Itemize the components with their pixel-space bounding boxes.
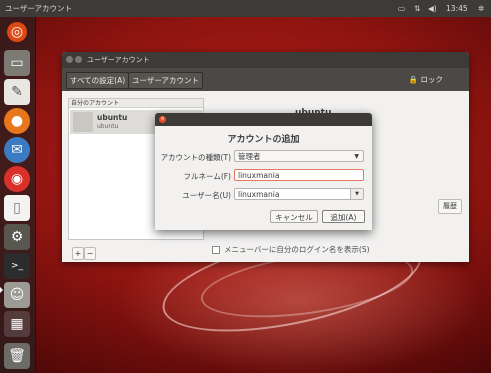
history-button[interactable]: 履歴 xyxy=(438,199,462,214)
username-label: ユーザー名(U) xyxy=(182,191,231,200)
chevron-down-icon: ▼ xyxy=(354,153,359,160)
dialog-titlebar: × xyxy=(155,113,372,126)
account-type-select[interactable]: 管理者 ▼ xyxy=(234,150,364,162)
show-login-name-checkbox[interactable] xyxy=(212,246,220,254)
minimize-window-button[interactable] xyxy=(75,56,82,63)
top-panel: ユーザーアカウント ▭ ⇅ ◀) 13:45 ✲ xyxy=(0,0,491,17)
dialog-title: アカウントの追加 xyxy=(227,135,300,145)
fullname-field[interactable]: linuxmania xyxy=(234,169,364,181)
settings-window-title: ユーザーアカウント xyxy=(87,56,150,64)
document-icon[interactable]: ▯ xyxy=(4,195,30,221)
gear-icon[interactable]: ✲ xyxy=(478,0,484,17)
add-account-dialog: × アカウントの追加 アカウントの種類(T) 管理者 ▼ フルネーム(F) li… xyxy=(155,113,372,230)
launcher: ◎ ▭ ✎ ● ✉ ◉ ▯ ⚙ >_ ☺ ▦ 🗑 xyxy=(0,17,36,373)
add-user-button[interactable]: + xyxy=(72,247,84,260)
thunderbird-icon[interactable]: ✉ xyxy=(4,137,30,163)
settings-titlebar: ユーザーアカウント xyxy=(62,52,469,68)
fullname-value: linuxmania xyxy=(238,171,280,180)
workspace-icon[interactable]: ▦ xyxy=(4,311,30,337)
username-value: linuxmania xyxy=(238,190,280,199)
active-window-indicator xyxy=(0,287,3,293)
lock-icon: 🔒 xyxy=(408,75,419,84)
close-icon[interactable]: × xyxy=(159,116,166,123)
active-window-title: ユーザーアカウント xyxy=(5,4,73,13)
lock-label: ロック xyxy=(420,75,444,84)
trash-icon[interactable]: 🗑 xyxy=(4,343,30,369)
network-icon[interactable]: ⇅ xyxy=(414,0,420,17)
all-settings-button[interactable]: すべての設定(A) xyxy=(66,72,130,89)
files-icon[interactable]: ▭ xyxy=(4,50,30,76)
username-field[interactable]: linuxmania ▼ xyxy=(234,188,364,200)
close-window-button[interactable] xyxy=(66,56,73,63)
settings-icon[interactable]: ⚙ xyxy=(4,224,30,250)
keyboard-icon[interactable]: ▭ xyxy=(398,0,405,17)
cancel-button[interactable]: キャンセル xyxy=(270,210,318,223)
chromium-icon[interactable]: ◉ xyxy=(4,166,30,192)
avatar xyxy=(73,112,93,132)
terminal-icon[interactable]: >_ xyxy=(4,253,30,279)
add-button[interactable]: 追加(A) xyxy=(322,210,365,223)
show-login-name-option[interactable]: メニューバーに自分のログイン名を表示(S) xyxy=(212,244,370,255)
account-type-value: 管理者 xyxy=(238,152,261,161)
account-name: ubuntu xyxy=(97,113,128,122)
current-panel-button[interactable]: ユーザーアカウント xyxy=(128,72,204,89)
firefox-icon[interactable]: ● xyxy=(4,108,30,134)
text-editor-icon[interactable]: ✎ xyxy=(4,79,30,105)
settings-toolbar: すべての設定(A) ユーザーアカウント 🔒 ロック xyxy=(62,68,469,91)
chevron-down-icon[interactable]: ▼ xyxy=(350,189,363,199)
user-accounts-icon[interactable]: ☺ xyxy=(4,282,30,308)
show-login-name-label: メニューバーに自分のログイン名を表示(S) xyxy=(224,245,370,254)
dash-icon[interactable]: ◎ xyxy=(7,22,27,42)
account-type-label: アカウントの種類(T) xyxy=(160,153,231,162)
lock-button[interactable]: 🔒 ロック xyxy=(409,72,443,87)
account-list-header: 自分のアカウント xyxy=(69,99,203,108)
fullname-label: フルネーム(F) xyxy=(183,172,231,181)
account-sub: ubuntu xyxy=(97,123,119,130)
clock[interactable]: 13:45 xyxy=(446,0,468,17)
volume-icon[interactable]: ◀) xyxy=(428,0,437,17)
remove-user-button[interactable]: − xyxy=(84,247,96,260)
